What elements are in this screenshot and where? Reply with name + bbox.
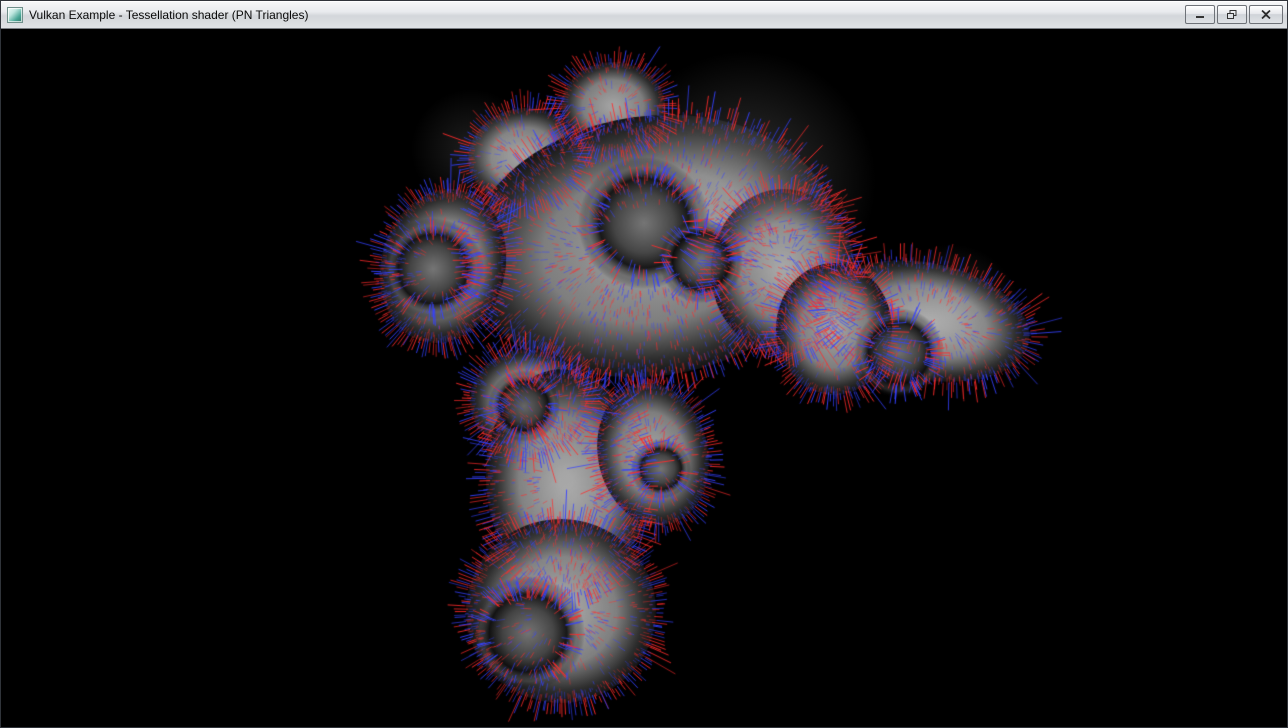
window-title: Vulkan Example - Tessellation shader (PN… bbox=[29, 8, 308, 22]
close-icon bbox=[1261, 10, 1271, 19]
maximize-icon bbox=[1227, 10, 1237, 19]
minimize-button[interactable] bbox=[1185, 5, 1215, 24]
maximize-button[interactable] bbox=[1217, 5, 1247, 24]
title-bar[interactable]: Vulkan Example - Tessellation shader (PN… bbox=[1, 1, 1287, 29]
window-controls bbox=[1183, 5, 1283, 24]
close-button[interactable] bbox=[1249, 5, 1283, 24]
render-viewport[interactable] bbox=[1, 29, 1287, 727]
app-icon bbox=[7, 7, 23, 23]
app-window: Vulkan Example - Tessellation shader (PN… bbox=[0, 0, 1288, 728]
minimize-icon bbox=[1195, 10, 1205, 19]
